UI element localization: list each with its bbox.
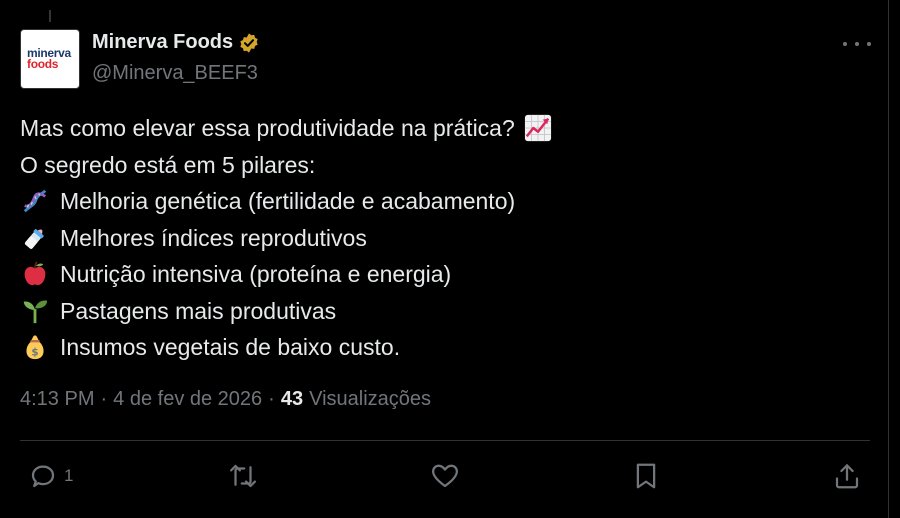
tweet-line: Melhores índices reprodutivos: [20, 220, 860, 257]
money-bag-icon: $: [26, 335, 44, 360]
dot-icon: [855, 42, 859, 46]
tweet-line: Nutrição intensiva (proteína e energia): [20, 256, 860, 293]
meta-separator: ·: [100, 388, 108, 410]
tweet-line-text: Pastagens mais produtivas: [60, 297, 337, 324]
tweet-line: Pastagens mais produtivas: [20, 293, 860, 330]
divider: [20, 440, 870, 441]
reply-button[interactable]: 1: [28, 455, 73, 497]
tweet-line-text: Mas como elevar essa produtividade na pr…: [20, 115, 515, 141]
author-name-row: Minerva Foods: [92, 31, 260, 54]
tweet-line: Melhoria genética (fertilidade e acabame…: [20, 183, 860, 220]
dot-icon: [843, 42, 847, 46]
reply-count: 1: [64, 466, 74, 485]
tweet-line-text: Melhores índices reprodutivos: [60, 224, 367, 251]
bookmark-button[interactable]: [631, 455, 661, 497]
tweet-line-text: Melhoria genética (fertilidade e acabame…: [60, 188, 516, 214]
avatar[interactable]: minerva foods: [20, 29, 80, 89]
author-handle[interactable]: @Minerva_BEEF3: [92, 62, 258, 85]
tweet-line-text: Nutrição intensiva (proteína e energia): [60, 261, 452, 287]
red-apple-icon: [24, 261, 46, 286]
retweet-button[interactable]: [228, 455, 258, 497]
tweet-time[interactable]: 4:13 PM: [20, 388, 94, 411]
share-button[interactable]: [832, 455, 862, 497]
like-button[interactable]: [430, 455, 460, 497]
bookmark-icon: [636, 463, 656, 489]
meta-separator: ·: [268, 388, 275, 410]
tweet-line: $ Insumos vegetais de baixo custo.: [20, 329, 860, 366]
heart-icon: [432, 464, 458, 488]
share-icon: [835, 464, 859, 489]
baby-bottle-icon: [24, 228, 44, 249]
views-count[interactable]: 43: [281, 388, 303, 411]
more-options-icon[interactable]: [843, 34, 871, 54]
avatar-logo-text-2: foods: [27, 57, 59, 71]
tweet-line-text: O segredo está em 5 pilares:: [20, 151, 316, 178]
svg-text:$: $: [31, 347, 38, 359]
retweet-icon: [230, 464, 256, 488]
thread-line: [49, 10, 51, 22]
verified-badge-icon[interactable]: [238, 32, 260, 54]
tweet-line: O segredo está em 5 pilares:: [20, 147, 860, 184]
views-label[interactable]: Visualizações: [309, 388, 431, 411]
author-name[interactable]: Minerva Foods: [92, 31, 233, 54]
dot-icon: [867, 42, 871, 46]
chart-increasing-icon: [524, 115, 551, 142]
dna-icon: [23, 189, 47, 213]
tweet-meta: 4:13 PM · 4 de fev de 2026 · 43 Visualiz…: [20, 388, 431, 411]
seedling-icon: [23, 300, 48, 323]
tweet-line-text: Insumos vegetais de baixo custo.: [60, 334, 401, 360]
tweet-line: Mas como elevar essa produtividade na pr…: [20, 110, 860, 147]
tweet-date[interactable]: 4 de fev de 2026: [113, 388, 262, 411]
column-border: [888, 0, 889, 518]
action-bar: 1: [0, 455, 888, 497]
reply-icon: [31, 465, 55, 488]
tweet-text: Mas como elevar essa produtividade na pr…: [20, 110, 860, 366]
